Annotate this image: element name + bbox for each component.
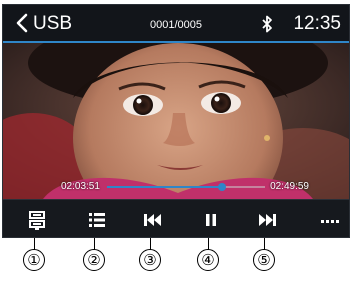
more-options-button[interactable] xyxy=(315,206,343,234)
playlist-icon xyxy=(89,213,105,227)
callout-3: ③ xyxy=(139,249,161,271)
callout-2: ② xyxy=(83,249,105,271)
next-track-button[interactable] xyxy=(253,206,281,234)
playback-mode-icon xyxy=(29,211,45,230)
current-time: 02:03:51 xyxy=(61,181,100,192)
progress-fill xyxy=(107,186,223,188)
callout-labels: ① ② ③ ④ ⑤ xyxy=(0,238,353,285)
control-bar xyxy=(3,199,349,237)
playback-mode-button[interactable] xyxy=(23,206,51,234)
more-options-icon xyxy=(321,220,339,223)
previous-track-icon xyxy=(144,214,161,226)
video-picture xyxy=(3,43,349,199)
callout-4: ④ xyxy=(197,249,219,271)
callout-5: ⑤ xyxy=(253,249,275,271)
media-player-screen: USB 0001/0005 12:35 02:03:51 02:49:59 xyxy=(2,4,350,238)
clock: 12:35 xyxy=(293,13,341,34)
next-track-icon xyxy=(259,214,276,226)
progress-bar[interactable] xyxy=(107,183,265,191)
total-time: 02:49:59 xyxy=(270,181,309,192)
playlist-button[interactable] xyxy=(83,206,111,234)
bluetooth-icon xyxy=(261,15,273,33)
pause-button[interactable] xyxy=(197,206,225,234)
previous-track-button[interactable] xyxy=(139,206,167,234)
callout-1: ① xyxy=(23,249,45,271)
video-frame[interactable]: 02:03:51 02:49:59 xyxy=(3,43,349,199)
status-bar: USB 0001/0005 12:35 xyxy=(3,5,349,43)
pause-icon xyxy=(206,214,216,226)
